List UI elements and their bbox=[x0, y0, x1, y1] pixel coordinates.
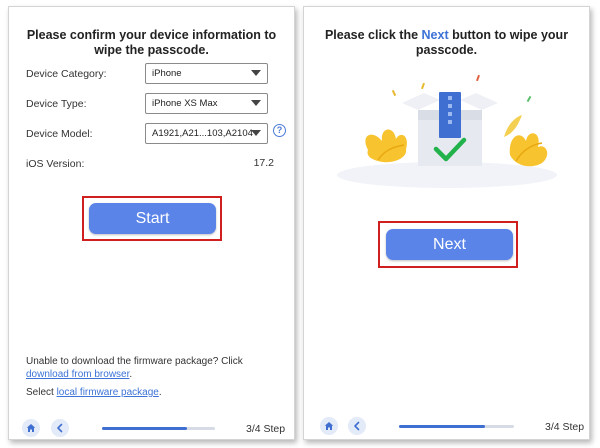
step-indicator: 3/4 Step bbox=[545, 421, 585, 433]
chevron-left-icon bbox=[57, 423, 63, 433]
chevron-left-icon bbox=[354, 421, 360, 431]
back-button[interactable] bbox=[51, 419, 69, 437]
device-type-select[interactable]: iPhone XS Max bbox=[145, 93, 268, 114]
panel-heading: Please confirm your device information t… bbox=[26, 28, 277, 57]
heading-next-word: Next bbox=[421, 28, 449, 42]
next-button[interactable]: Next bbox=[386, 229, 513, 260]
step-progress-bar bbox=[102, 427, 215, 430]
step-progress-fill bbox=[102, 427, 187, 430]
caret-down-icon bbox=[251, 70, 261, 76]
ios-version-value: 17.2 bbox=[253, 157, 274, 169]
caret-down-icon bbox=[251, 130, 261, 136]
step-indicator: 3/4 Step bbox=[246, 423, 286, 435]
start-highlight: Start bbox=[82, 196, 222, 241]
wipe-confirm-panel: Please click the Next button to wipe you… bbox=[303, 6, 590, 440]
firmware-note-text: Unable to download the firmware package?… bbox=[26, 356, 243, 367]
home-icon bbox=[324, 422, 334, 430]
device-info-panel: Please confirm your device information t… bbox=[8, 6, 295, 440]
home-button[interactable] bbox=[320, 417, 338, 435]
firmware-note: Unable to download the firmware package?… bbox=[26, 355, 288, 381]
step-progress-fill bbox=[399, 425, 486, 428]
local-note-text: Select bbox=[26, 387, 57, 398]
device-type-label: Device Type: bbox=[26, 98, 87, 110]
ios-version-label: iOS Version: bbox=[26, 158, 85, 170]
device-model-label: Device Model: bbox=[26, 128, 93, 140]
local-note-period: . bbox=[158, 387, 162, 398]
device-type-value: iPhone XS Max bbox=[152, 98, 218, 109]
home-button[interactable] bbox=[22, 419, 40, 437]
download-from-browser-link[interactable]: download from browser bbox=[26, 369, 129, 380]
firmware-note-period: . bbox=[129, 369, 133, 380]
device-model-value: A1921,A21...103,A2104 bbox=[152, 128, 253, 139]
local-firmware-note: Select local firmware package. bbox=[26, 386, 162, 399]
help-icon[interactable]: ? bbox=[273, 124, 286, 137]
device-category-label: Device Category: bbox=[26, 68, 107, 80]
back-button[interactable] bbox=[348, 417, 366, 435]
local-firmware-link[interactable]: local firmware package bbox=[57, 387, 159, 398]
panel-heading: Please click the Next button to wipe you… bbox=[304, 28, 589, 58]
wipe-box-illustration bbox=[337, 74, 557, 188]
home-icon bbox=[26, 424, 36, 432]
caret-down-icon bbox=[251, 100, 261, 106]
step-progress-bar bbox=[399, 425, 514, 428]
confetti bbox=[391, 74, 532, 103]
device-model-select[interactable]: A1921,A21...103,A2104 bbox=[145, 123, 268, 144]
device-category-select[interactable]: iPhone bbox=[145, 63, 268, 84]
heading-text: Please click the bbox=[324, 28, 422, 42]
next-highlight: Next bbox=[378, 221, 518, 268]
device-category-value: iPhone bbox=[152, 68, 182, 79]
start-button[interactable]: Start bbox=[89, 203, 216, 234]
